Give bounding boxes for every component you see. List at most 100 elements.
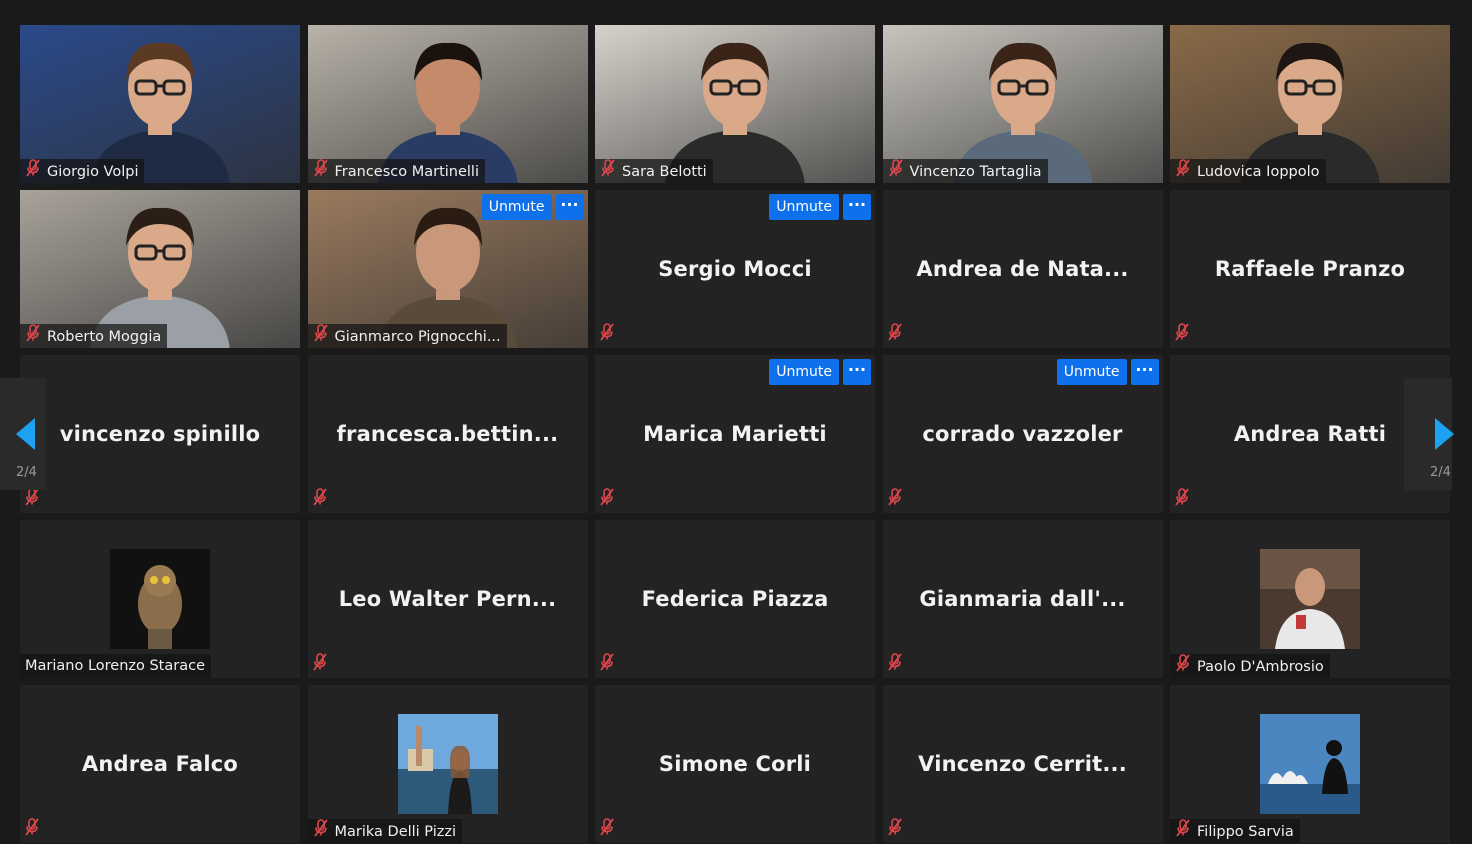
profile-picture: [110, 549, 210, 649]
participant-name: Mariano Lorenzo Starace: [25, 658, 205, 674]
prev-page-button[interactable]: 2/4: [0, 378, 46, 490]
participant-display-name: Andrea Falco: [81, 752, 239, 776]
participant-tile[interactable]: Marica Marietti Unmute ···: [595, 355, 875, 513]
muted-mic-icon: [599, 323, 615, 345]
participant-tile[interactable]: francesca.bettin...: [307, 355, 588, 513]
participant-name-tag: Filippo Sarvia: [1170, 819, 1300, 843]
muted-mic-icon: [887, 323, 903, 345]
participant-tile[interactable]: Vincenzo Cerrit...: [882, 685, 1163, 843]
muted-mic-icon: [1174, 323, 1190, 345]
participant-name-tag: Ludovica Ioppolo: [1170, 159, 1326, 183]
participant-name-tag: Francesco Martinelli: [307, 159, 485, 183]
muted-mic-icon: [1174, 488, 1190, 510]
participant-name-tag: Sara Belotti: [595, 159, 713, 183]
muted-mic-icon: [887, 818, 903, 840]
participant-tile[interactable]: Andrea de Nata...: [882, 190, 1163, 348]
unmute-button[interactable]: Unmute: [481, 194, 552, 220]
prev-page-indicator: 2/4: [16, 465, 37, 480]
next-arrow-icon: [1435, 418, 1454, 450]
muted-mic-icon: [313, 324, 329, 348]
participant-tile[interactable]: Federica Piazza: [595, 520, 875, 678]
muted-mic-icon: [887, 653, 903, 675]
profile-picture: [397, 714, 498, 814]
muted-mic-icon: [1175, 159, 1191, 183]
more-options-button[interactable]: ···: [843, 359, 871, 385]
muted-mic-icon: [312, 653, 328, 675]
participant-name: Sara Belotti: [622, 164, 707, 180]
participant-display-name: Gianmaria dall'...: [919, 587, 1126, 611]
participant-name: Giorgio Volpi: [47, 164, 139, 180]
participant-tile[interactable]: Simone Corli: [595, 685, 875, 843]
unmute-button[interactable]: Unmute: [769, 194, 839, 220]
muted-mic-icon: [888, 159, 904, 183]
more-options-button[interactable]: ···: [1130, 359, 1159, 385]
muted-mic-icon: [24, 488, 40, 510]
more-options-button[interactable]: ···: [555, 194, 584, 220]
participant-name: Filippo Sarvia: [1197, 824, 1294, 840]
muted-mic-icon: [24, 818, 40, 840]
participant-tile[interactable]: Roberto Moggia: [20, 190, 300, 348]
participant-tile[interactable]: Marika Delli Pizzi: [307, 685, 588, 843]
participant-name: Roberto Moggia: [47, 329, 162, 345]
participant-tile[interactable]: Filippo Sarvia: [1170, 685, 1450, 843]
next-page-indicator: 2/4: [1430, 465, 1451, 480]
profile-picture: [1260, 549, 1360, 649]
participant-display-name: Federica Piazza: [641, 587, 829, 611]
participant-name: Paolo D'Ambrosio: [1197, 659, 1324, 675]
participant-display-name: Marica Marietti: [643, 422, 827, 446]
muted-mic-icon: [25, 324, 41, 348]
participant-grid: Giorgio Volpi Francesco Martinelli Sara Be…: [20, 25, 1451, 844]
participant-tile[interactable]: Paolo D'Ambrosio: [1170, 520, 1450, 678]
muted-mic-icon: [600, 159, 616, 183]
muted-mic-icon: [887, 488, 903, 510]
muted-mic-icon: [313, 819, 329, 843]
more-options-button[interactable]: ···: [843, 194, 871, 220]
participant-display-name: Simone Corli: [658, 752, 812, 776]
participant-name-tag: Vincenzo Tartaglia: [882, 159, 1048, 183]
muted-mic-icon: [312, 488, 328, 510]
participant-name: Marika Delli Pizzi: [334, 824, 457, 840]
participant-name-tag: Giorgio Volpi: [20, 159, 145, 183]
participant-tile[interactable]: Vincenzo Tartaglia: [882, 25, 1163, 183]
participant-display-name: Sergio Mocci: [658, 257, 812, 281]
participant-display-name: corrado vazzoler: [922, 422, 1123, 446]
participant-tile[interactable]: Sara Belotti: [595, 25, 875, 183]
muted-mic-icon: [1175, 654, 1191, 678]
muted-mic-icon: [599, 488, 615, 510]
participant-display-name: Andrea de Nata...: [916, 257, 1129, 281]
participant-name-tag: Mariano Lorenzo Starace: [20, 654, 211, 678]
participant-display-name: Leo Walter Pern...: [338, 587, 557, 611]
participant-tile[interactable]: Gianmaria dall'...: [882, 520, 1163, 678]
participant-tile[interactable]: Andrea Falco: [20, 685, 300, 843]
unmute-button[interactable]: Unmute: [1056, 359, 1127, 385]
participant-name-tag: Paolo D'Ambrosio: [1170, 654, 1330, 678]
participant-name-tag: Marika Delli Pizzi: [307, 819, 463, 843]
participant-tile[interactable]: Mariano Lorenzo Starace: [20, 520, 300, 678]
profile-picture: [1260, 714, 1360, 814]
participant-tile[interactable]: Francesco Martinelli: [307, 25, 588, 183]
participant-display-name: Vincenzo Cerrit...: [918, 752, 1127, 776]
participant-name: Ludovica Ioppolo: [1197, 164, 1320, 180]
participant-name: Francesco Martinelli: [334, 164, 480, 180]
participant-tile[interactable]: Giorgio Volpi: [20, 25, 300, 183]
prev-arrow-icon: [16, 418, 35, 450]
muted-mic-icon: [599, 653, 615, 675]
participant-tile[interactable]: Leo Walter Pern...: [307, 520, 588, 678]
muted-mic-icon: [25, 159, 41, 183]
participant-tile[interactable]: corrado vazzoler Unmute ···: [882, 355, 1163, 513]
participant-name: Vincenzo Tartaglia: [909, 164, 1042, 180]
participant-tile[interactable]: Raffaele Pranzo: [1170, 190, 1450, 348]
participant-name: Gianmarco Pignocchi...: [334, 329, 501, 345]
participant-display-name: francesca.bettin...: [336, 422, 559, 446]
participant-tile[interactable]: Ludovica Ioppolo: [1170, 25, 1450, 183]
unmute-button[interactable]: Unmute: [769, 359, 839, 385]
participant-tile[interactable]: vincenzo spinillo: [20, 355, 300, 513]
participant-name-tag: Roberto Moggia: [20, 324, 168, 348]
muted-mic-icon: [313, 159, 329, 183]
participant-display-name: vincenzo spinillo: [59, 422, 261, 446]
participant-tile[interactable]: Gianmarco Pignocchi... Unmute ···: [307, 190, 588, 348]
participant-display-name: Raffaele Pranzo: [1214, 257, 1406, 281]
participant-tile[interactable]: Sergio Mocci Unmute ···: [595, 190, 875, 348]
participant-name-tag: Gianmarco Pignocchi...: [307, 324, 507, 348]
next-page-button[interactable]: 2/4: [1404, 378, 1454, 490]
